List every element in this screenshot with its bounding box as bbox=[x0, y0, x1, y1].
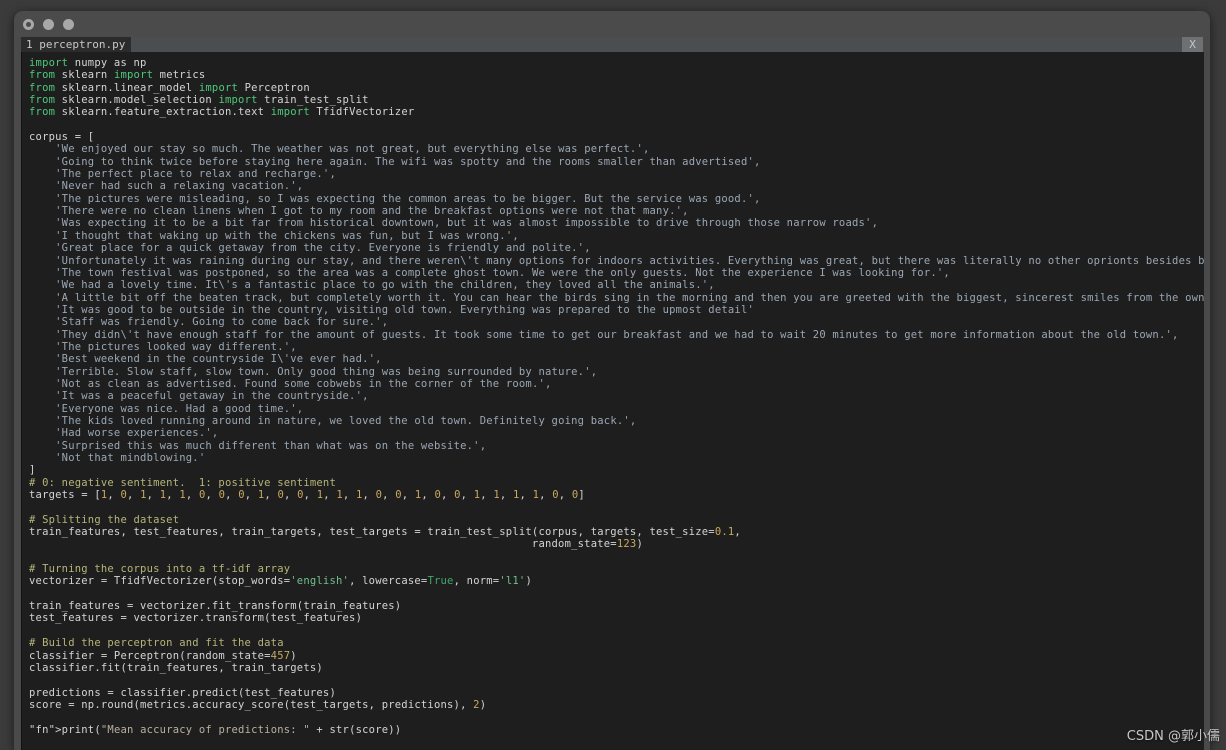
minimize-window-button[interactable] bbox=[43, 18, 54, 30]
zoom-window-button[interactable] bbox=[63, 18, 74, 30]
close-icon[interactable]: X bbox=[1182, 37, 1203, 52]
screen: 1 perceptron.py X import numpy as np fro… bbox=[0, 0, 1226, 750]
close-window-button[interactable] bbox=[23, 18, 34, 30]
watermark: CSDN @郭小儒 bbox=[1126, 729, 1220, 744]
code-content[interactable]: import numpy as np from sklearn import m… bbox=[22, 52, 1204, 736]
code-editor[interactable]: import numpy as np from sklearn import m… bbox=[21, 52, 1204, 750]
editor-window: 1 perceptron.py X import numpy as np fro… bbox=[14, 11, 1210, 750]
tab-perceptron-py[interactable]: 1 perceptron.py bbox=[21, 37, 132, 52]
tab-bar: 1 perceptron.py X bbox=[21, 37, 1203, 52]
tab-bar-empty-area bbox=[131, 37, 1182, 52]
window-titlebar[interactable] bbox=[14, 11, 1210, 37]
